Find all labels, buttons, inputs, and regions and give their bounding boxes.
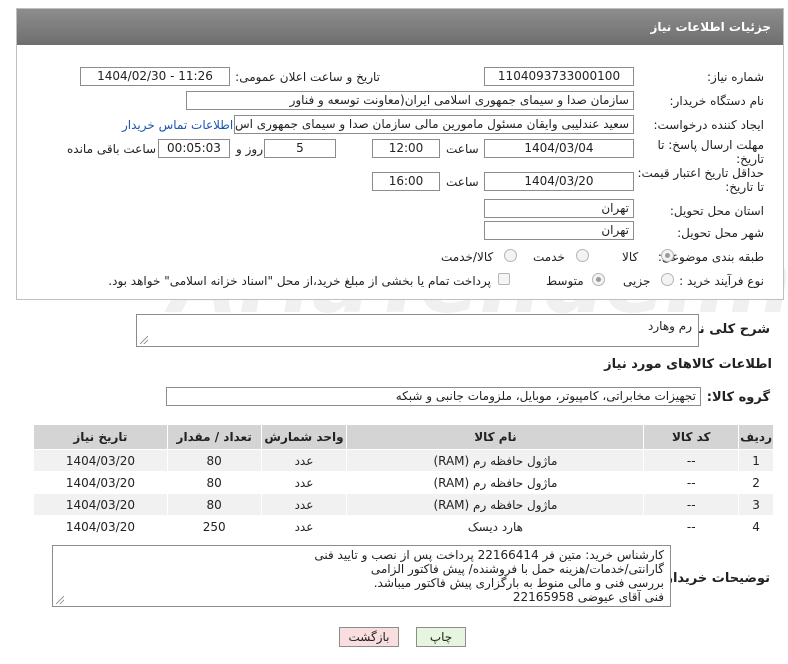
cell-row-number: 4 [738,515,774,538]
category-goods-label: کالا [622,250,639,264]
buyer-notes-textarea[interactable]: کارشناس خرید: متین فر 22166414 پرداخت پس… [52,545,671,607]
buyer-notes-line: گارانتی/خدمات/هزینه حمل با فروشنده/ پیش … [370,562,664,576]
remaining-time-label: ساعت باقی مانده [67,142,157,156]
cell-row-number: 2 [738,471,774,494]
purchase-minor-label: جزیی [623,274,651,288]
reply-deadline-date-field: 1404/03/04 [484,139,634,158]
cell-unit: عدد [260,515,348,538]
buyer-org-field: سازمان صدا و سیمای جمهوری اسلامی ایران(م… [186,91,634,110]
table-row: 1 -- ماژول حافظه رم (RAM) عدد 80 1404/03… [33,449,774,472]
col-header-item-code: کد کالا [643,424,740,450]
reply-deadline-label: مهلت ارسال پاسخ: تا [657,138,764,152]
reply-deadline-label-2: تاریخ: [736,152,764,166]
summary-textarea[interactable]: رم وهارد [136,314,699,347]
treasury-payment-checkbox[interactable] [498,273,510,285]
cell-item-code: -- [643,449,740,472]
col-header-need-date: تاریخ نیاز [33,424,168,450]
buyer-notes-line: کارشناس خرید: متین فر 22166414 پرداخت پس… [314,548,664,562]
announce-datetime-field: 1404/02/30 - 11:26 [80,67,230,86]
goods-group-field: تجهیزات مخابراتی، کامپیوتر، موبایل، ملزو… [166,387,701,406]
price-validity-time-field: 16:00 [372,172,440,191]
price-validity-label: حداقل تاریخ اعتبار قیمت: [637,166,764,180]
category-service-label: خدمت [533,250,565,264]
delivery-province-field: تهران [484,199,634,218]
col-header-row-number: ردیف [738,424,774,450]
cell-need-date: 1404/03/20 [33,515,168,538]
need-number-field: 1104093733000100 [484,67,634,86]
panel-title: جزئیات اطلاعات نیاز [17,9,783,45]
price-validity-date-field: 1404/03/20 [484,172,634,191]
treasury-payment-note: پرداخت تمام یا بخشی از مبلغ خرید،از محل … [108,274,491,288]
price-validity-time-label: ساعت [446,175,479,189]
announce-datetime-label: تاریخ و ساعت اعلان عمومی: [235,70,380,84]
reply-time-field: 12:00 [372,139,440,158]
cell-row-number: 3 [738,493,774,516]
days-label: روز و [236,142,263,156]
goods-group-label: گروه کالا: [706,390,770,405]
buyer-org-label: نام دستگاه خریدار: [669,94,765,108]
category-service-radio[interactable] [576,249,589,262]
cell-quantity: 250 [166,515,262,538]
delivery-city-label: شهر محل تحویل: [677,226,764,240]
resize-handle-icon[interactable] [140,336,148,344]
cell-unit: عدد [260,493,348,516]
col-header-quantity: تعداد / مقدار [166,424,262,450]
delivery-city-field: تهران [484,221,634,240]
requester-label: ایجاد کننده درخواست: [653,118,764,132]
cell-item-name: ماژول حافظه رم (RAM) [346,449,645,472]
col-header-item-name: نام کالا [346,424,645,450]
summary-text: رم وهارد [648,319,692,333]
buyer-notes-label: توضیحات خریدار: [660,571,770,586]
category-goods-service-radio[interactable] [504,249,517,262]
resize-handle-icon[interactable] [56,596,64,604]
cell-item-name: ماژول حافظه رم (RAM) [346,471,645,494]
purchase-medium-label: متوسط [546,274,584,288]
back-button[interactable]: بازگشت [339,627,399,647]
cell-unit: عدد [260,449,348,472]
cell-need-date: 1404/03/20 [33,471,168,494]
purchase-type-label: نوع فرآیند خرید : [679,274,764,288]
table-row: 3 -- ماژول حافظه رم (RAM) عدد 80 1404/03… [33,493,774,516]
goods-table: ردیف کد کالا نام کالا واحد شمارش تعداد /… [33,424,774,538]
table-row: 2 -- ماژول حافظه رم (RAM) عدد 80 1404/03… [33,471,774,494]
purchase-minor-radio[interactable] [661,273,674,286]
cell-quantity: 80 [166,493,262,516]
remaining-time-field: 00:05:03 [158,139,230,158]
purchase-medium-radio[interactable] [592,273,605,286]
buyer-notes-line: فنی آقای عیوضی 22165958 [512,590,664,604]
cell-need-date: 1404/03/20 [33,493,168,516]
remaining-days-field: 5 [264,139,336,158]
goods-section-title: اطلاعات کالاهای مورد نیاز [604,357,772,372]
print-button[interactable]: چاپ [416,627,466,647]
cell-row-number: 1 [738,449,774,472]
buyer-contact-link[interactable]: اطلاعات تماس خریدار [122,118,233,132]
requester-field: سعید عندلیبی وایقان مسئول مامورین مالی س… [234,115,634,134]
delivery-province-label: استان محل تحویل: [669,204,764,218]
cell-item-code: -- [643,515,740,538]
price-validity-label-2: تا تاریخ: [725,180,764,194]
buyer-notes-line: بررسی فنی و مالی منوط به بارگزاری پیش فا… [373,576,664,590]
reply-time-label: ساعت [446,142,479,156]
category-goods-service-label: کالا/خدمت [441,250,494,264]
cell-quantity: 80 [166,449,262,472]
cell-need-date: 1404/03/20 [33,449,168,472]
table-row: 4 -- هارد دیسک عدد 250 1404/03/20 [33,515,774,538]
cell-item-code: -- [643,471,740,494]
cell-quantity: 80 [166,471,262,494]
cell-unit: عدد [260,471,348,494]
table-header-row: ردیف کد کالا نام کالا واحد شمارش تعداد /… [33,424,774,450]
cell-item-name: ماژول حافظه رم (RAM) [346,493,645,516]
need-number-label: شماره نیاز: [707,70,764,84]
category-goods-radio[interactable] [661,249,674,262]
col-header-unit: واحد شمارش [260,424,348,450]
cell-item-name: هارد دیسک [346,515,645,538]
cell-item-code: -- [643,493,740,516]
